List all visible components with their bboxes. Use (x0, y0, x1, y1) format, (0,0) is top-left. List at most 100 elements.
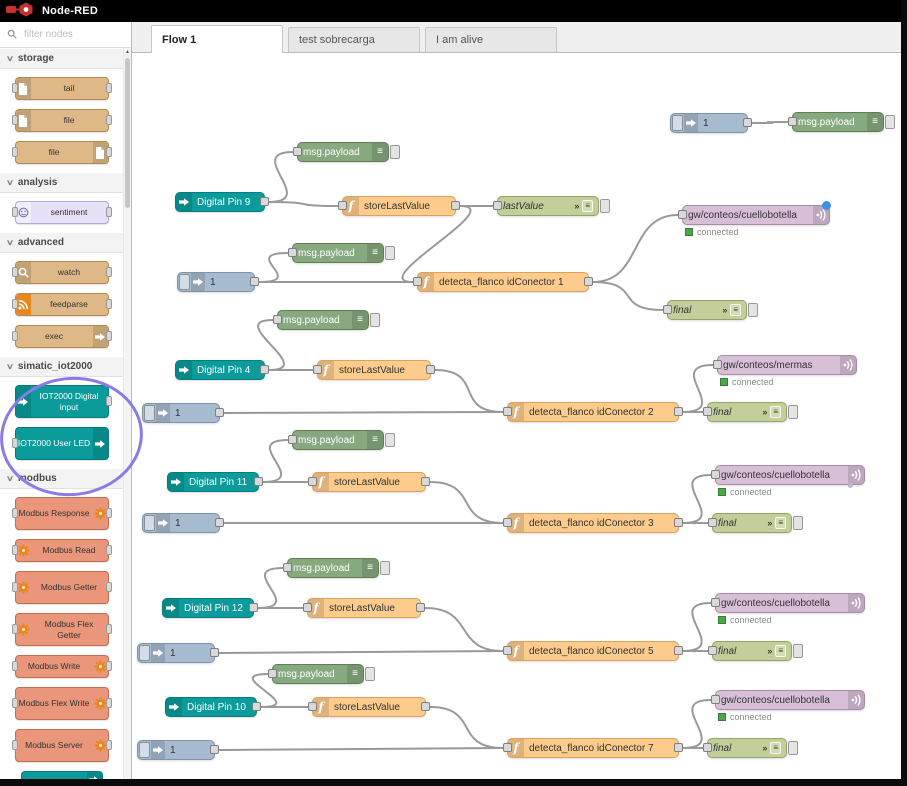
inject-node[interactable]: 1 (142, 513, 220, 533)
input-port[interactable] (12, 545, 18, 555)
debug-node[interactable]: msg.payload≡ (297, 142, 389, 162)
input-port[interactable] (12, 661, 18, 671)
palette-node-tail[interactable]: tail (15, 77, 109, 100)
output-port[interactable] (421, 477, 430, 486)
digital-pin-node[interactable]: Digital Pin 9 (175, 192, 265, 212)
input-port[interactable] (303, 603, 312, 612)
input-port[interactable] (711, 695, 720, 704)
debug-node[interactable]: msg.payload≡ (277, 310, 369, 330)
wire[interactable] (269, 202, 338, 206)
debug-node[interactable]: msg.payload≡ (792, 112, 884, 132)
output-port[interactable] (210, 745, 219, 754)
inject-node[interactable]: 1 (142, 403, 220, 423)
tab-i-am-alive[interactable]: I am alive (425, 27, 557, 52)
output-port[interactable] (106, 740, 112, 750)
palette-node-modbus-flex-write[interactable]: Modbus Flex Write (15, 687, 109, 720)
input-port[interactable] (711, 598, 720, 607)
input-port[interactable] (268, 669, 277, 678)
palette-category-modbus[interactable]: ∨modbus (0, 468, 123, 489)
wire[interactable] (269, 152, 293, 202)
input-port[interactable] (308, 477, 317, 486)
palette-node-iot2000-digital-input[interactable]: IOT2000 Digital input (15, 385, 109, 418)
output-port[interactable] (215, 408, 224, 417)
output-port[interactable] (674, 518, 683, 527)
debug-node[interactable]: lastValue»≡ (497, 196, 599, 216)
output-port[interactable] (215, 518, 224, 527)
wire[interactable] (430, 707, 503, 748)
function-node[interactable]: fstoreLastValue (312, 472, 426, 492)
output-port[interactable] (106, 267, 112, 277)
inject-node[interactable]: 1 (137, 740, 215, 760)
debug-toggle-button[interactable] (390, 145, 400, 159)
debug-toggle-button[interactable] (385, 246, 395, 260)
output-port[interactable] (106, 396, 112, 406)
debug-toggle-button[interactable] (370, 313, 380, 327)
palette-scrollbar[interactable]: ▲ (123, 48, 131, 779)
output-port[interactable] (210, 648, 219, 657)
input-port[interactable] (711, 470, 720, 479)
palette-node-file[interactable]: file (15, 141, 109, 164)
debug-node[interactable]: final»≡ (707, 738, 787, 758)
palette-node-sentiment[interactable]: sentiment (15, 201, 109, 224)
input-port[interactable] (12, 508, 18, 518)
palette-search[interactable] (0, 22, 131, 48)
wire[interactable] (219, 651, 503, 653)
output-port[interactable] (106, 299, 112, 309)
input-port[interactable] (503, 743, 512, 752)
input-port[interactable] (12, 698, 18, 708)
input-port[interactable] (12, 740, 18, 750)
scrollbar-thumb[interactable] (125, 58, 130, 208)
input-port[interactable] (413, 277, 422, 286)
output-port[interactable] (249, 603, 258, 612)
inject-node[interactable]: 1 (177, 272, 255, 292)
output-port[interactable] (250, 277, 259, 286)
palette-category-advanced[interactable]: ∨advanced (0, 232, 123, 253)
debug-node[interactable]: final»≡ (667, 300, 747, 320)
debug-node[interactable]: msg.payload≡ (272, 664, 364, 684)
wire[interactable] (258, 568, 283, 608)
input-port[interactable] (12, 331, 18, 341)
output-port[interactable] (106, 661, 112, 671)
output-port[interactable] (106, 83, 112, 93)
output-port[interactable] (106, 624, 112, 634)
input-port[interactable] (12, 83, 18, 93)
palette-node-feedparse[interactable]: feedparse (15, 293, 109, 316)
debug-toggle-button[interactable] (748, 303, 758, 317)
mqtt-out-node[interactable]: gw/conteos/mermasconnected (717, 355, 857, 375)
palette-node-modbus-getter[interactable]: Modbus Getter (15, 571, 109, 604)
output-port[interactable] (674, 407, 683, 416)
input-port[interactable] (703, 743, 712, 752)
function-node[interactable]: fstoreLastValue (312, 697, 426, 717)
debug-node[interactable]: msg.payload≡ (287, 558, 379, 578)
wire[interactable] (435, 370, 503, 412)
wire[interactable] (430, 482, 503, 523)
input-port[interactable] (338, 201, 347, 210)
output-port[interactable] (106, 331, 112, 341)
wire[interactable] (683, 475, 711, 523)
palette-node-modbus-server[interactable]: Modbus Server (15, 729, 109, 762)
debug-toggle-button[interactable] (385, 433, 395, 447)
inject-button[interactable] (144, 515, 155, 531)
input-port[interactable] (503, 407, 512, 416)
digital-pin-node[interactable]: Digital Pin 11 (167, 472, 259, 492)
input-port[interactable] (663, 305, 672, 314)
wire[interactable] (593, 215, 678, 282)
palette-node-partial[interactable] (21, 771, 103, 779)
output-port[interactable] (254, 477, 263, 486)
output-port[interactable] (106, 207, 112, 217)
input-port[interactable] (503, 518, 512, 527)
palette-category-storage[interactable]: ∨storage (0, 48, 123, 69)
debug-toggle-button[interactable] (365, 667, 375, 681)
output-port[interactable] (106, 147, 112, 157)
flow-canvas[interactable]: 1 msg.payload≡ msg.payload≡ Digital Pin 9 fs… (132, 53, 901, 779)
wire[interactable] (219, 748, 503, 750)
input-port[interactable] (288, 435, 297, 444)
input-port[interactable] (293, 147, 302, 156)
digital-pin-node[interactable]: Digital Pin 4 (175, 360, 265, 380)
input-port[interactable] (12, 438, 18, 448)
input-port[interactable] (308, 702, 317, 711)
input-port[interactable] (273, 315, 282, 324)
debug-toggle-button[interactable] (380, 561, 390, 575)
tab-test-sobrecarga[interactable]: test sobrecarga (288, 27, 420, 52)
inject-button[interactable] (139, 742, 150, 758)
